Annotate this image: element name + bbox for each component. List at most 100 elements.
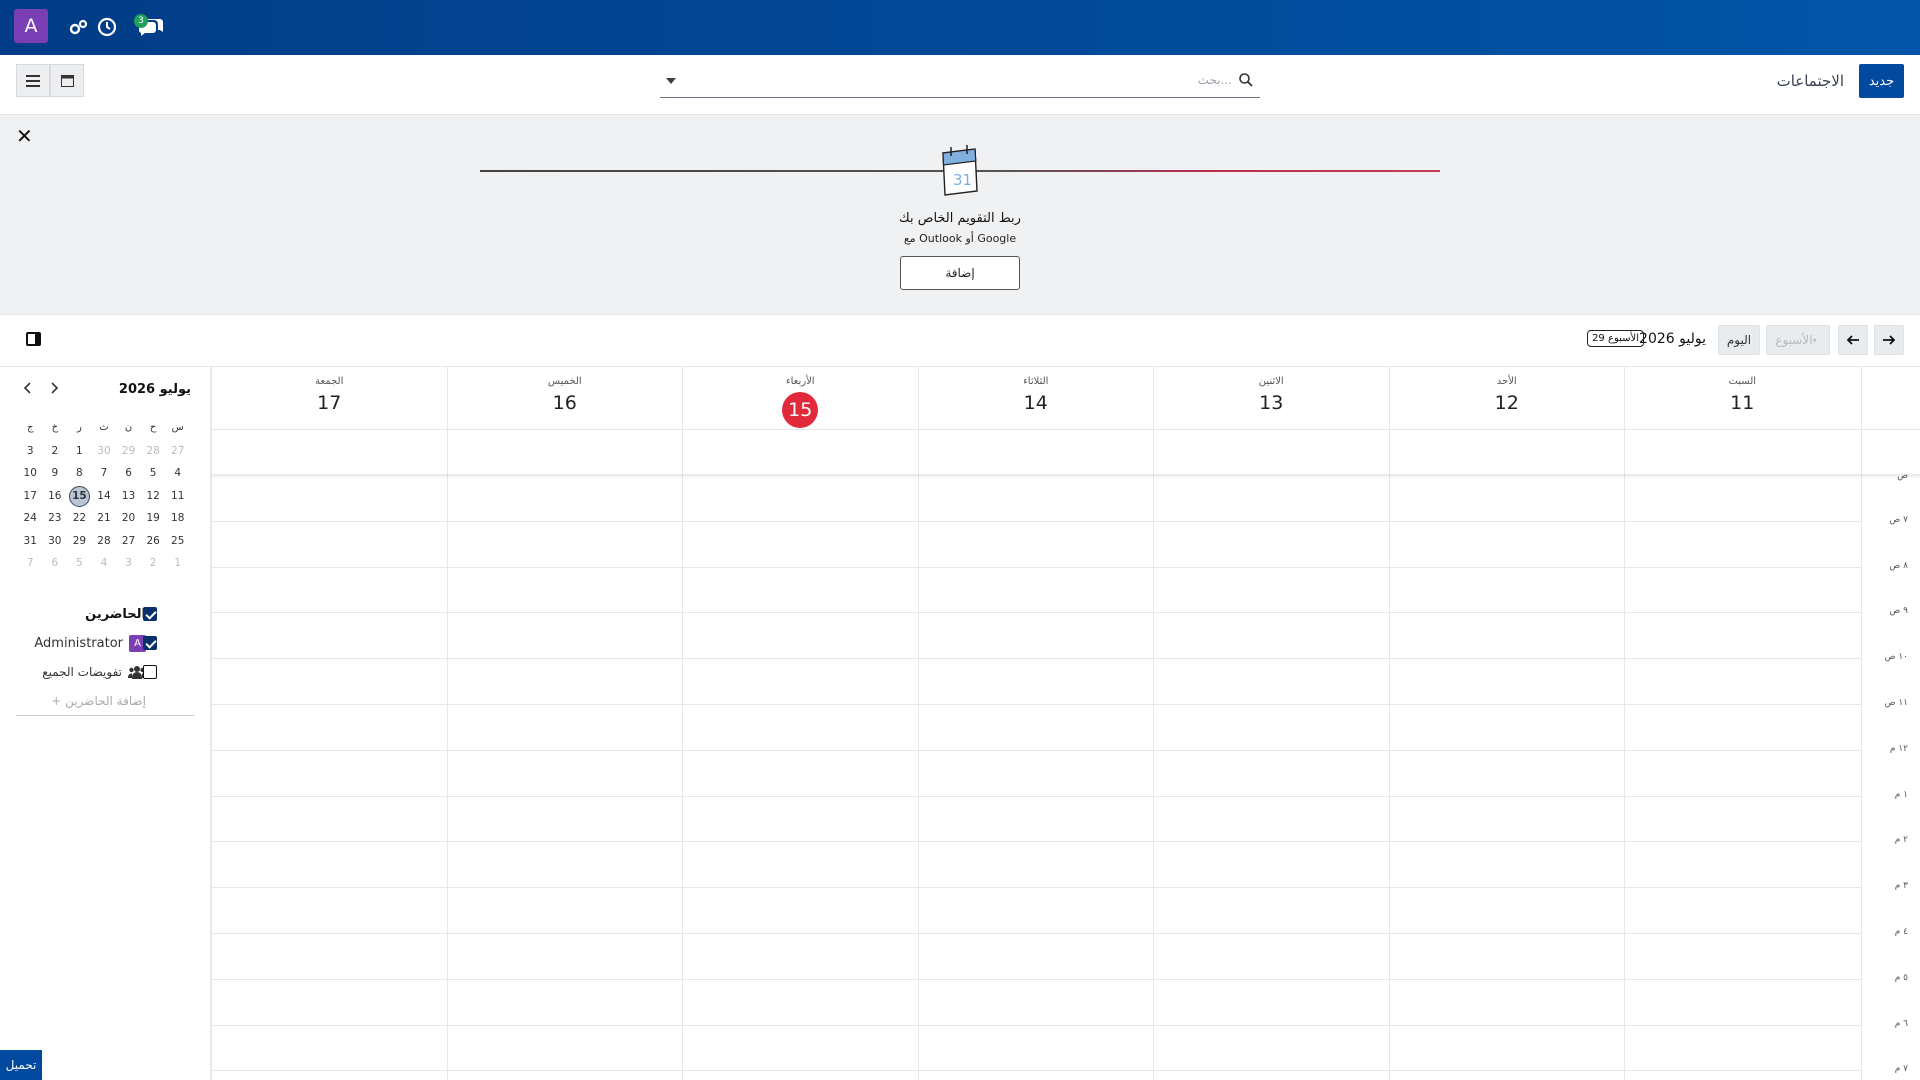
day-name: الأربعاء: [785, 376, 815, 387]
mini-calendar-day[interactable]: 27: [165, 440, 190, 463]
mini-calendar-day[interactable]: 2: [141, 552, 166, 575]
day-header[interactable]: الاثنين 13: [1153, 367, 1389, 429]
day-number: 11: [1730, 392, 1755, 414]
mini-calendar-day[interactable]: 11: [165, 485, 190, 508]
clock-icon[interactable]: [94, 14, 120, 40]
mini-calendar-day[interactable]: 5: [141, 462, 166, 485]
mini-calendar-day[interactable]: 18: [165, 507, 190, 530]
mini-calendar-day[interactable]: 12: [141, 485, 166, 508]
mini-calendar-day[interactable]: 1: [165, 552, 190, 575]
today-day-number: 15: [683, 392, 918, 428]
user-avatar[interactable]: A: [14, 9, 48, 43]
mini-calendar-day[interactable]: 1: [67, 440, 92, 463]
mini-calendar-day[interactable]: 26: [141, 530, 166, 553]
calendar-view-button[interactable]: [50, 64, 84, 97]
mini-calendar-day[interactable]: 28: [92, 530, 117, 553]
scale-dropdown[interactable]: الأسبوع ▾: [1766, 325, 1830, 355]
mini-calendar-day[interactable]: 22: [67, 507, 92, 530]
mini-calendar-day[interactable]: 5: [67, 552, 92, 575]
control-panel: جديد الاجتماعات بحث...: [0, 55, 1920, 115]
mini-calendar-day[interactable]: 2: [43, 440, 68, 463]
attendees-section-checkbox[interactable]: [143, 607, 157, 621]
mini-calendar-today[interactable]: 15: [67, 485, 92, 508]
hour-line: [211, 520, 1861, 522]
previous-period-button[interactable]: [1838, 325, 1868, 355]
mini-next-month-icon[interactable]: [46, 380, 62, 396]
mini-calendar-day[interactable]: 4: [92, 552, 117, 575]
mini-calendar-grid: س ح ن ث ر خ ج 27 28 29 30 1 2 3 4 5 6 7 8 9 10 11 12 13 14 15 16 17…: [18, 417, 190, 575]
mini-calendar-day[interactable]: 3: [18, 440, 43, 463]
hour-label: ٦ م: [1894, 1018, 1908, 1029]
mini-calendar-day[interactable]: 25: [165, 530, 190, 553]
mini-calendar-day[interactable]: 24: [18, 507, 43, 530]
filter-item-everyone[interactable]: تفويضات الجميع: [42, 662, 146, 682]
day-header[interactable]: الجمعة 17: [211, 367, 447, 429]
filter-item-administrator[interactable]: Administrator A: [34, 633, 146, 653]
list-view-button[interactable]: [16, 64, 50, 97]
add-calendar-button[interactable]: إضافة: [900, 256, 1020, 290]
hour-line: [211, 1070, 1861, 1072]
mini-calendar-day[interactable]: 8: [67, 462, 92, 485]
mini-calendar-day[interactable]: 29: [67, 530, 92, 553]
mini-calendar-day[interactable]: 31: [18, 530, 43, 553]
banner-subtitle: مع Outlook أو Google: [903, 232, 1017, 245]
day-number: 17: [317, 392, 342, 414]
close-icon[interactable]: ✕: [16, 124, 33, 148]
mini-calendar-day[interactable]: 23: [43, 507, 68, 530]
hour-line: [211, 749, 1861, 751]
mini-calendar-day[interactable]: 27: [116, 530, 141, 553]
day-header[interactable]: الثلاثاء 14: [917, 367, 1154, 429]
day-header[interactable]: الأربعاء 15: [682, 367, 918, 429]
mini-calendar-day[interactable]: 7: [92, 462, 117, 485]
week-number-badge: الأسبوع 29: [1587, 330, 1644, 347]
mini-calendar-day[interactable]: 6: [43, 552, 68, 575]
mini-calendar-day[interactable]: 9: [43, 462, 68, 485]
breadcrumb: الاجتماعات: [1776, 72, 1844, 90]
search-options-toggle[interactable]: [666, 78, 676, 84]
mini-calendar-day[interactable]: 30: [92, 440, 117, 463]
hour-line: [211, 841, 1861, 843]
administrator-checkbox[interactable]: [143, 636, 157, 650]
mini-calendar-day[interactable]: 4: [165, 462, 190, 485]
hour-label: ١١ ص: [1884, 698, 1908, 708]
everyone-checkbox[interactable]: [143, 665, 157, 679]
mini-calendar-day[interactable]: 6: [116, 462, 141, 485]
mini-calendar-day[interactable]: 28: [141, 440, 166, 463]
hour-label: ٣ م: [1894, 881, 1908, 892]
day-name: الثلاثاء: [1023, 376, 1049, 387]
day-header[interactable]: السبت 11: [1624, 367, 1860, 429]
hour-line: [211, 933, 1861, 934]
mini-calendar-day[interactable]: 20: [116, 507, 141, 530]
day-header[interactable]: الخميس 16: [446, 367, 683, 429]
sync-calendar-banner: ✕ 31 ربط التقويم الخاص بك مع Outlook أو …: [0, 115, 1920, 315]
mini-calendar-day[interactable]: 19: [141, 507, 166, 530]
weekday-header: ث: [99, 422, 109, 433]
search-input[interactable]: بحث...: [660, 65, 1260, 98]
hour-line: [211, 887, 1861, 889]
weekday-header: ن: [124, 422, 133, 433]
mini-calendar-day[interactable]: 16: [43, 485, 68, 508]
mini-calendar-day[interactable]: 14: [92, 485, 117, 508]
mini-calendar-day[interactable]: 21: [92, 507, 117, 530]
mini-calendar-day[interactable]: 30: [43, 530, 68, 553]
mini-calendar-day[interactable]: 7: [18, 552, 43, 575]
all-day-row[interactable]: [211, 429, 1920, 475]
attendees-section-title: الحاضرين: [85, 606, 146, 622]
new-button[interactable]: جديد: [1859, 64, 1904, 98]
sidebar-toggle-icon[interactable]: [26, 332, 41, 346]
day-number: 13: [1259, 392, 1284, 414]
list-icon: [26, 74, 40, 87]
mini-calendar-day[interactable]: 29: [116, 440, 141, 463]
today-button[interactable]: اليوم: [1718, 325, 1760, 355]
mini-calendar-day[interactable]: 17: [18, 485, 43, 508]
next-period-button[interactable]: [1874, 325, 1904, 355]
mini-prev-month-icon[interactable]: [20, 380, 36, 396]
mini-calendar-day[interactable]: 3: [116, 552, 141, 575]
day-header[interactable]: الأحد 12: [1388, 367, 1625, 429]
mini-calendar-day[interactable]: 10: [18, 462, 43, 485]
download-button[interactable]: تحميل: [0, 1050, 42, 1080]
add-attendees-link[interactable]: + إضافة الحاضرين: [51, 694, 146, 708]
mini-calendar-week: 18 19 20 21 22 23 24: [18, 507, 190, 530]
mini-calendar-day[interactable]: 13: [116, 485, 141, 508]
settings-gears-icon[interactable]: [66, 14, 92, 40]
